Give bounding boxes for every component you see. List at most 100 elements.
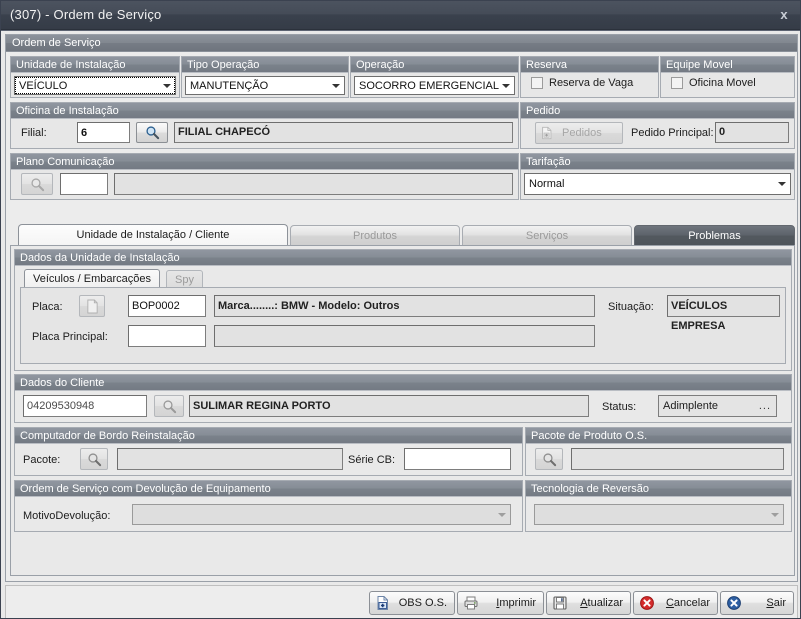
tecnologia-reversao-combo[interactable] xyxy=(534,504,784,525)
tipo-operacao-value: MANUTENÇÃO xyxy=(190,79,269,92)
marca-modelo-display: Marca........: BMW - Modelo: Outros xyxy=(214,295,595,317)
plano-comunicacao-description xyxy=(114,173,513,195)
placa-principal-input[interactable] xyxy=(128,325,206,347)
dados-cliente-group: Dados do Cliente SULIMAR REGINA PORTO St… xyxy=(14,374,792,423)
cliente-status-box[interactable]: Adimplente ... xyxy=(658,395,777,417)
checkbox-box xyxy=(531,77,543,89)
serie-cb-label: Série CB: xyxy=(348,454,396,466)
main-tab-control: Unidade de Instalação / Cliente Produtos… xyxy=(10,224,795,576)
obs-os-button[interactable]: OBS O.S. xyxy=(369,591,455,615)
imprimir-button[interactable]: Imprimir xyxy=(457,591,544,615)
reserva-de-vaga-checkbox[interactable]: Reserva de Vaga xyxy=(531,77,633,89)
cancelar-button[interactable]: Cancelar xyxy=(633,591,718,615)
plano-comunicacao-caption: Plano Comunicação xyxy=(11,154,518,170)
motivo-devolucao-label: MotivoDevolução: xyxy=(23,510,111,522)
sair-rest: air xyxy=(773,597,786,609)
pacote-produto-search-button[interactable] xyxy=(535,448,563,470)
plano-comunicacao-search-button[interactable] xyxy=(21,173,53,195)
pedido-principal-value: 0 xyxy=(715,122,789,143)
window-title: (307) - Ordem de Serviço xyxy=(10,7,162,22)
sub-tab-veiculos-embarcacoes[interactable]: Veículos / Embarcações xyxy=(24,269,161,288)
oficina-instalacao-caption: Oficina de Instalação xyxy=(11,103,518,119)
cliente-codigo-input[interactable] xyxy=(23,395,147,417)
serie-cb-input[interactable] xyxy=(404,448,511,470)
chevron-down-icon xyxy=(163,83,171,88)
imprimir-label: Imprimir xyxy=(496,597,536,609)
ordem-de-servico-caption: Ordem de Serviço xyxy=(6,35,797,52)
computador-bordo-caption: Computador de Bordo Reinstalação xyxy=(15,428,522,444)
filial-input[interactable] xyxy=(77,122,130,143)
unidade-instalacao-combo[interactable]: VEÍCULO xyxy=(14,76,176,95)
tarifacao-caption: Tarifação xyxy=(521,154,794,170)
tecnologia-reversao-group: Tecnologia de Reversão xyxy=(525,480,792,532)
tab-label: Serviços xyxy=(525,230,569,242)
cliente-search-button[interactable] xyxy=(154,395,184,417)
situacao-value: VEÍCULOS EMPRESA xyxy=(667,295,780,332)
devolucao-equipamento-group: Ordem de Serviço com Devolução de Equipa… xyxy=(14,480,523,532)
operacao-combo[interactable]: SOCORRO EMERGENCIAL xyxy=(354,76,515,95)
pacote-label: Pacote: xyxy=(23,454,61,466)
magnifier-icon xyxy=(30,177,44,191)
chevron-down-icon xyxy=(502,83,510,88)
cancelar-rest: ancelar xyxy=(673,597,710,609)
plano-comunicacao-code-input[interactable] xyxy=(60,173,108,195)
exit-circle-icon xyxy=(726,595,742,611)
pedidos-button-label: Pedidos xyxy=(562,127,602,139)
cancel-circle-icon xyxy=(639,595,655,611)
pedido-principal-label: Pedido Principal: xyxy=(631,127,714,139)
tab-label: Produtos xyxy=(352,230,398,242)
tipo-operacao-group: Tipo Operação MANUTENÇÃO xyxy=(181,56,349,98)
obs-os-label: OBS O.S. xyxy=(398,597,447,609)
chevron-down-icon xyxy=(778,182,786,186)
vehicle-data-panel: Placa: Marca........: BMW - Modelo: Outr… xyxy=(20,287,786,364)
printer-icon xyxy=(463,595,479,611)
filial-search-button[interactable] xyxy=(136,122,168,143)
ellipsis-icon: ... xyxy=(758,400,771,412)
sair-button[interactable]: Sair xyxy=(720,591,794,615)
pacote-search-button[interactable] xyxy=(80,448,108,470)
main-tab-page: Dados da Unidade de Instalação Veículos … xyxy=(10,245,795,576)
pacote-produto-description xyxy=(571,448,784,470)
pacote-produto-os-group: Pacote de Produto O.S. xyxy=(525,427,792,476)
main-tab-row: Unidade de Instalação / Cliente Produtos… xyxy=(10,224,795,246)
sub-tab-label: Spy xyxy=(175,274,194,286)
equipe-movel-caption: Equipe Movel xyxy=(661,57,794,73)
tab-problemas[interactable]: Problemas xyxy=(634,225,795,246)
dados-unidade-instalacao-group: Dados da Unidade de Instalação Veículos … xyxy=(14,249,792,371)
atualizar-button[interactable]: Atualizar xyxy=(546,591,631,615)
pedidos-button[interactable]: Pedidos xyxy=(535,122,623,144)
cancelar-label: Cancelar xyxy=(665,597,710,609)
tipo-operacao-combo[interactable]: MANUTENÇÃO xyxy=(185,76,345,95)
chevron-down-icon xyxy=(332,83,340,88)
chevron-down-icon xyxy=(771,512,779,517)
placa-document-button[interactable] xyxy=(79,295,105,317)
tab-unidade-instalacao-cliente[interactable]: Unidade de Instalação / Cliente xyxy=(18,224,288,246)
placa-input[interactable] xyxy=(128,295,206,317)
tarifacao-combo[interactable]: Normal xyxy=(524,173,791,195)
reserva-de-vaga-label: Reserva de Vaga xyxy=(549,77,634,89)
placa-label: Placa: xyxy=(32,301,63,313)
motivo-devolucao-combo[interactable] xyxy=(132,504,511,525)
placa-principal-description xyxy=(214,325,595,347)
magnifier-icon xyxy=(145,126,159,140)
cliente-status-label: Status: xyxy=(602,401,637,413)
save-disk-icon xyxy=(552,595,568,611)
tab-label: Problemas xyxy=(688,230,741,242)
close-icon[interactable]: x xyxy=(774,6,794,24)
sair-label: Sair xyxy=(766,597,786,609)
devolucao-caption: Ordem de Serviço com Devolução de Equipa… xyxy=(15,481,522,497)
checkbox-box xyxy=(671,77,683,89)
dados-unidade-caption: Dados da Unidade de Instalação xyxy=(15,250,791,266)
reserva-caption: Reserva xyxy=(521,57,658,73)
dados-cliente-caption: Dados do Cliente xyxy=(15,375,791,391)
tab-servicos[interactable]: Serviços xyxy=(462,225,632,246)
unidade-instalacao-group: Unidade de Instalação VEÍCULO xyxy=(10,56,180,98)
pedido-group: Pedido Pedidos Pedido Principal: 0 xyxy=(520,102,795,149)
oficina-movel-checkbox[interactable]: Oficina Movel xyxy=(671,77,756,89)
ordem-de-servico-panel: Ordem de Serviço Unidade de Instalação V… xyxy=(5,34,798,582)
client-area: Ordem de Serviço Unidade de Instalação V… xyxy=(1,30,800,618)
document-add-icon xyxy=(542,126,552,140)
oficina-instalacao-group: Oficina de Instalação Filial: FILIAL CHA… xyxy=(10,102,519,149)
tipo-operacao-caption: Tipo Operação xyxy=(182,57,348,73)
tab-produtos[interactable]: Produtos xyxy=(290,225,460,246)
